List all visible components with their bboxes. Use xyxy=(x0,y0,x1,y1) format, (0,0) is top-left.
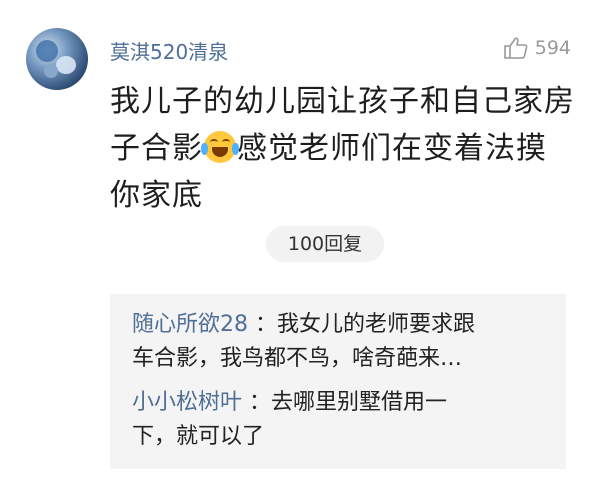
thumbs-up-icon xyxy=(503,36,529,60)
reply-author[interactable]: 随心所欲28 xyxy=(132,312,248,337)
like-count: 594 xyxy=(534,37,571,59)
view-replies-button[interactable]: 100回复 xyxy=(266,226,384,262)
comment-text-line: 你家底 xyxy=(110,178,203,213)
reply-text: ：我女儿的老师要求跟 xyxy=(255,312,476,337)
comment-text: 我儿子的幼儿园让孩子和自己家房 子合影 感觉老师们在变着法摸 你家底 xyxy=(110,78,580,219)
reply-text: 下，就可以了 xyxy=(132,424,265,449)
comment-username[interactable]: 莫淇520清泉 xyxy=(110,36,228,65)
avatar[interactable] xyxy=(26,28,88,90)
laughing-crying-emoji-icon xyxy=(201,131,239,163)
reply-text: ：去哪里别墅借用一 xyxy=(249,390,448,415)
reply-item[interactable]: 随心所欲28 ：我女儿的老师要求跟 车合影，我鸟都不鸟，啥奇葩来… xyxy=(132,308,552,376)
like-button[interactable]: 594 xyxy=(503,36,571,60)
reply-item[interactable]: 小小松树叶 ：去哪里别墅借用一 下，就可以了 xyxy=(132,386,552,454)
reply-preview-box[interactable]: 随心所欲28 ：我女儿的老师要求跟 车合影，我鸟都不鸟，啥奇葩来… 小小松树叶 … xyxy=(110,294,566,469)
comment-text-line: 我儿子的幼儿园让孩子和自己家房 xyxy=(110,84,575,119)
reply-text: 车合影，我鸟都不鸟，啥奇葩来… xyxy=(132,346,463,371)
comment-text-line: 子合影 感觉老师们在变着法摸 xyxy=(110,131,547,166)
reply-author[interactable]: 小小松树叶 xyxy=(132,390,242,415)
